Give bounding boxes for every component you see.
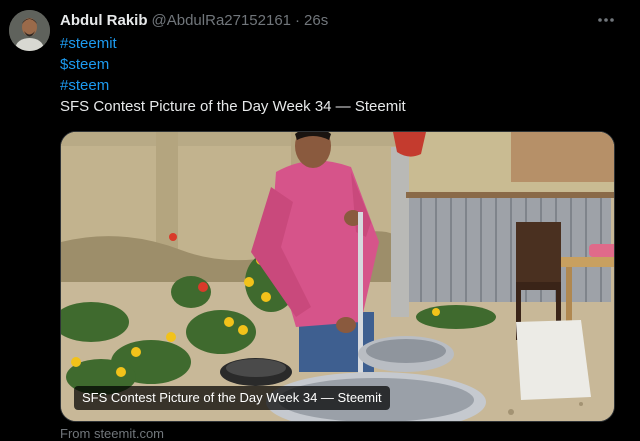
author-handle[interactable]: @AbdulRa27152161 [152, 12, 292, 29]
card-caption: SFS Contest Picture of the Day Week 34 —… [74, 386, 390, 410]
more-options-button[interactable] [594, 12, 618, 28]
hashtag-link[interactable]: #steemit [60, 33, 620, 54]
link-card-media[interactable]: SFS Contest Picture of the Day Week 34 —… [60, 131, 615, 422]
header-separator: · [295, 11, 301, 29]
author-name[interactable]: Abdul Rakib [60, 12, 148, 29]
timestamp[interactable]: 26s [304, 12, 328, 29]
tweet-header: Abdul Rakib @AbdulRa27152161 · 26s [60, 10, 328, 30]
cashtag-link[interactable]: $steem [60, 54, 620, 75]
avatar-image [9, 10, 50, 51]
tweet-text: #steemit $steem #steem SFS Contest Pictu… [60, 33, 620, 117]
tweet-body-text: SFS Contest Picture of the Day Week 34 —… [60, 98, 406, 115]
avatar[interactable] [9, 10, 50, 51]
hashtag-link[interactable]: #steem [60, 75, 620, 96]
card-photo [61, 132, 614, 421]
more-horizontal-icon [598, 18, 614, 22]
